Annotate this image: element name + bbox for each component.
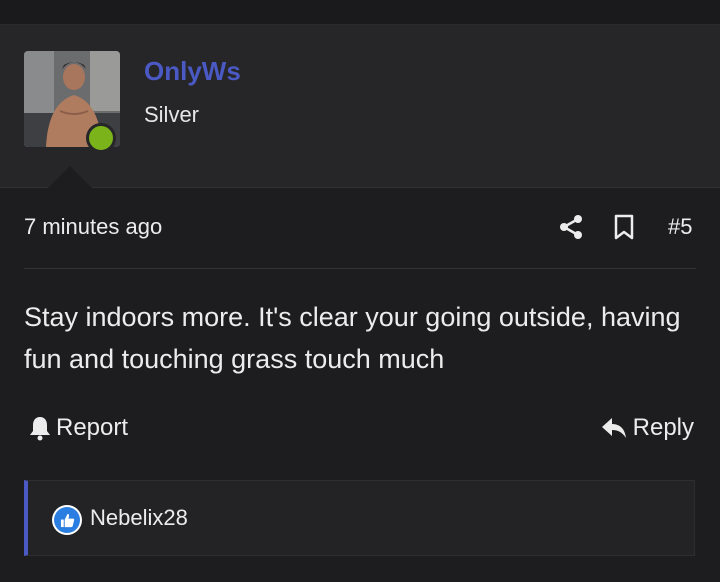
reply-button[interactable]: Reply [601,414,694,442]
divider [24,268,696,269]
post-number[interactable]: #5 [668,214,692,240]
bell-icon [30,417,50,441]
reaction-user[interactable]: Nebelix28 [90,505,188,531]
online-status-dot [86,123,116,153]
top-bar [0,0,720,25]
reactions-bar[interactable]: Nebelix28 [24,480,695,556]
report-button[interactable]: Report [28,414,128,442]
username[interactable]: OnlyWs [144,56,241,87]
share-icon[interactable] [558,214,584,240]
reply-icon [601,418,626,438]
post-timestamp[interactable]: 7 minutes ago [24,214,162,240]
report-label: Report [56,414,129,441]
header-pointer [48,166,92,188]
post-body: Stay indoors more. It's clear your going… [24,302,681,374]
user-rank: Silver [144,102,200,127]
like-icon [52,505,82,535]
reply-label: Reply [632,414,694,441]
bookmark-icon[interactable] [612,214,636,240]
